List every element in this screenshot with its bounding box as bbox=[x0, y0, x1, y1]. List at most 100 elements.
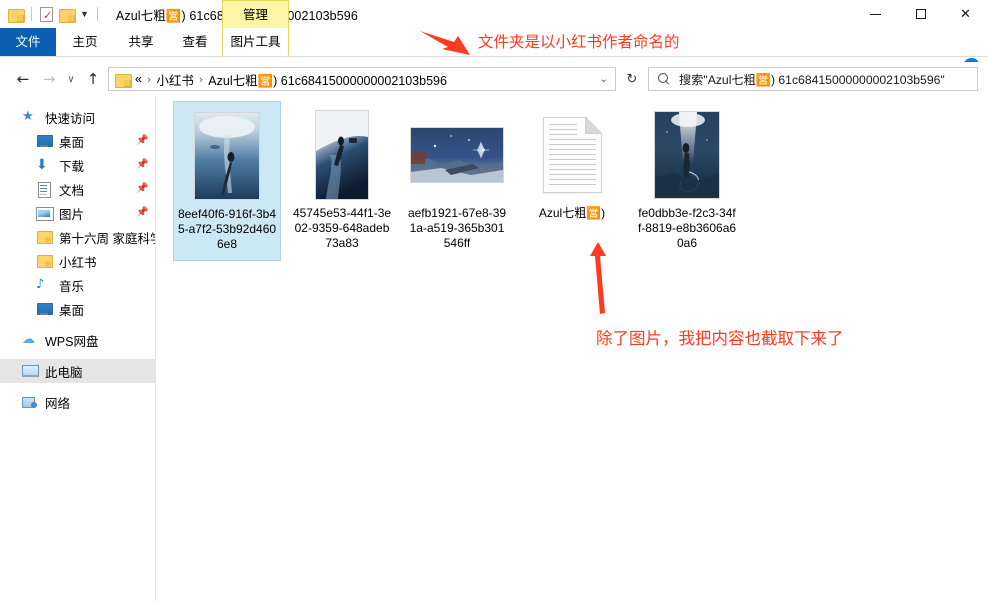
sidebar-item-label: WPS网盘 bbox=[45, 334, 99, 349]
sidebar-gap-2 bbox=[0, 352, 155, 359]
cloud-icon: ☁ bbox=[22, 332, 35, 347]
forward-button[interactable]: → bbox=[38, 68, 60, 90]
pin-icon[interactable]: 📌 bbox=[136, 159, 148, 170]
sidebar-item-label: 桌面 bbox=[59, 135, 85, 150]
minimize-button[interactable] bbox=[853, 0, 898, 28]
thumbnail bbox=[293, 107, 391, 202]
file-item[interactable]: fe0dbb3e-f2c3-34ff-8819-e8b3606a60a6 bbox=[633, 101, 741, 261]
breadcrumb: « › 小红书 › Azul七粗🈺) 61c68415000000002103b… bbox=[135, 70, 447, 89]
refresh-button[interactable]: ↻ bbox=[620, 67, 644, 91]
address-dropdown-icon[interactable]: ⌄ bbox=[600, 74, 608, 85]
annotation-text-2: 除了图片，我把内容也截取下来了 bbox=[596, 330, 844, 348]
tab-view[interactable]: 查看 bbox=[168, 28, 222, 56]
breadcrumb-separator-1: › bbox=[198, 72, 204, 86]
toolbar-separator bbox=[31, 7, 32, 21]
search-icon bbox=[658, 73, 670, 85]
up-button[interactable]: ↑ bbox=[82, 68, 104, 90]
tab-file[interactable]: 文件 bbox=[0, 28, 56, 56]
folder-icon bbox=[36, 230, 53, 244]
thumbnail bbox=[408, 107, 506, 202]
sidebar-item-desktop-2[interactable]: 桌面 bbox=[0, 297, 155, 321]
thumbnail bbox=[523, 107, 621, 202]
new-folder-icon[interactable] bbox=[59, 8, 76, 23]
download-icon: ⬇ bbox=[36, 157, 48, 173]
sidebar-item-pictures[interactable]: 图片 📌 bbox=[0, 201, 155, 225]
desktop-icon bbox=[36, 134, 53, 148]
sidebar-item-quick-access[interactable]: ★ 快速访问 bbox=[0, 105, 155, 129]
tab-share[interactable]: 共享 bbox=[114, 28, 168, 56]
sidebar-item-label: 桌面 bbox=[59, 303, 85, 318]
document-icon bbox=[36, 182, 52, 198]
customize-caret-icon[interactable]: ▼ bbox=[80, 9, 89, 19]
pin-icon[interactable]: 📌 bbox=[136, 207, 148, 218]
folder-icon[interactable] bbox=[8, 8, 25, 23]
pin-icon[interactable]: 📌 bbox=[136, 183, 148, 194]
sidebar-item-label: 小红书 bbox=[59, 255, 97, 270]
navigation-pane: ★ 快速访问 桌面 📌 ⬇ 下载 📌 文档 📌 图片 📌 第十六周 家庭科 小红… bbox=[0, 97, 156, 601]
address-bar-row: ← → ∨ ↑ « › 小红书 › Azul七粗🈺) 61c6841500000… bbox=[0, 62, 988, 96]
folder-icon bbox=[36, 254, 53, 268]
file-grid: 8eef40f6-916f-3b45-a7f2-53b92d4606e8 457… bbox=[173, 101, 748, 261]
address-input[interactable]: « › 小红书 › Azul七粗🈺) 61c68415000000002103b… bbox=[108, 67, 616, 91]
annotation-arrow-2 bbox=[590, 242, 606, 314]
file-name: 45745e53-44f1-3e02-9359-648adeb73a83 bbox=[292, 206, 392, 250]
address-folder-icon bbox=[115, 73, 132, 88]
sidebar-item-this-pc[interactable]: 此电脑 bbox=[0, 359, 155, 383]
properties-icon[interactable]: ✓ bbox=[40, 6, 53, 22]
file-item[interactable]: 45745e53-44f1-3e02-9359-648adeb73a83 bbox=[288, 101, 396, 261]
sidebar-item-documents[interactable]: 文档 📌 bbox=[0, 177, 155, 201]
network-icon bbox=[22, 395, 38, 409]
search-box[interactable]: 搜索"Azul七粗🈺) 61c68415000000002103b596" bbox=[648, 67, 978, 91]
sidebar-gap-3 bbox=[0, 383, 155, 390]
context-tab-manage[interactable]: 管理 bbox=[222, 0, 289, 28]
window-controls: ✕ bbox=[853, 0, 988, 28]
image-thumbnail-starry-landscape bbox=[411, 127, 503, 182]
search-input[interactable]: 搜索"Azul七粗🈺) 61c68415000000002103b596" bbox=[679, 70, 945, 88]
document-lines bbox=[548, 123, 596, 189]
sidebar-item-label: 快速访问 bbox=[45, 111, 96, 126]
file-list-pane[interactable]: 8eef40f6-916f-3b45-a7f2-53b92d4606e8 457… bbox=[157, 97, 988, 601]
close-button[interactable]: ✕ bbox=[943, 0, 988, 28]
recent-locations-button[interactable]: ∨ bbox=[60, 68, 82, 90]
breadcrumb-item-1[interactable]: Azul七粗🈺) 61c68415000000002103b596 bbox=[208, 70, 447, 89]
file-item[interactable]: aefb1921-67e8-391a-a519-365b301546ff bbox=[403, 101, 511, 261]
tab-home[interactable]: 主页 bbox=[56, 28, 114, 56]
sidebar-item-xiaohongshu[interactable]: 小红书 bbox=[0, 249, 155, 273]
file-item[interactable]: 8eef40f6-916f-3b45-a7f2-53b92d4606e8 bbox=[173, 101, 281, 261]
breadcrumb-overflow[interactable]: « bbox=[135, 72, 142, 86]
toolbar-separator-2 bbox=[96, 7, 98, 21]
image-thumbnail-underwater bbox=[195, 112, 259, 199]
image-thumbnail-light-beam bbox=[655, 111, 719, 198]
file-name: 8eef40f6-916f-3b45-a7f2-53b92d4606e8 bbox=[177, 207, 277, 251]
maximize-button[interactable] bbox=[898, 0, 943, 28]
back-button[interactable]: ← bbox=[12, 68, 34, 90]
thumbnail bbox=[638, 107, 736, 202]
pin-icon[interactable]: 📌 bbox=[136, 135, 148, 146]
pictures-icon bbox=[36, 206, 54, 221]
sidebar-item-music[interactable]: ♪ 音乐 bbox=[0, 273, 155, 297]
sidebar-item-desktop[interactable]: 桌面 📌 bbox=[0, 129, 155, 153]
music-icon: ♪ bbox=[36, 277, 45, 292]
breadcrumb-separator-0: › bbox=[146, 72, 152, 86]
ribbon-divider bbox=[0, 56, 988, 57]
text-document-icon bbox=[542, 116, 602, 193]
sidebar-item-wps-cloud[interactable]: ☁ WPS网盘 bbox=[0, 328, 155, 352]
file-explorer-window: ✓ ▼ 管理 Azul七粗🈺) 61c68415000000002103b596… bbox=[0, 0, 988, 601]
sidebar-item-label: 文档 bbox=[59, 183, 85, 198]
sidebar-item-downloads[interactable]: ⬇ 下载 📌 bbox=[0, 153, 155, 177]
sidebar-item-label: 下载 bbox=[59, 159, 85, 174]
sidebar-item-network[interactable]: 网络 bbox=[0, 390, 155, 414]
sidebar-item-label: 第十六周 家庭科学( bbox=[59, 231, 155, 246]
desktop-icon bbox=[36, 302, 53, 316]
annotation-text-1: 文件夹是以小红书作者命名的 bbox=[478, 34, 680, 51]
sidebar-item-label: 图片 bbox=[59, 207, 85, 222]
file-name: Azul七粗🈺) bbox=[538, 206, 606, 220]
thumbnail bbox=[178, 108, 276, 203]
tab-picture-tools[interactable]: 图片工具 bbox=[222, 28, 289, 56]
breadcrumb-item-0[interactable]: 小红书 bbox=[156, 70, 194, 89]
file-item[interactable]: Azul七粗🈺) bbox=[518, 101, 626, 261]
sidebar-item-week16-folder[interactable]: 第十六周 家庭科学( bbox=[0, 225, 155, 249]
sidebar-item-label: 网络 bbox=[45, 396, 71, 411]
explorer-body: ★ 快速访问 桌面 📌 ⬇ 下载 📌 文档 📌 图片 📌 第十六周 家庭科 小红… bbox=[0, 97, 988, 601]
